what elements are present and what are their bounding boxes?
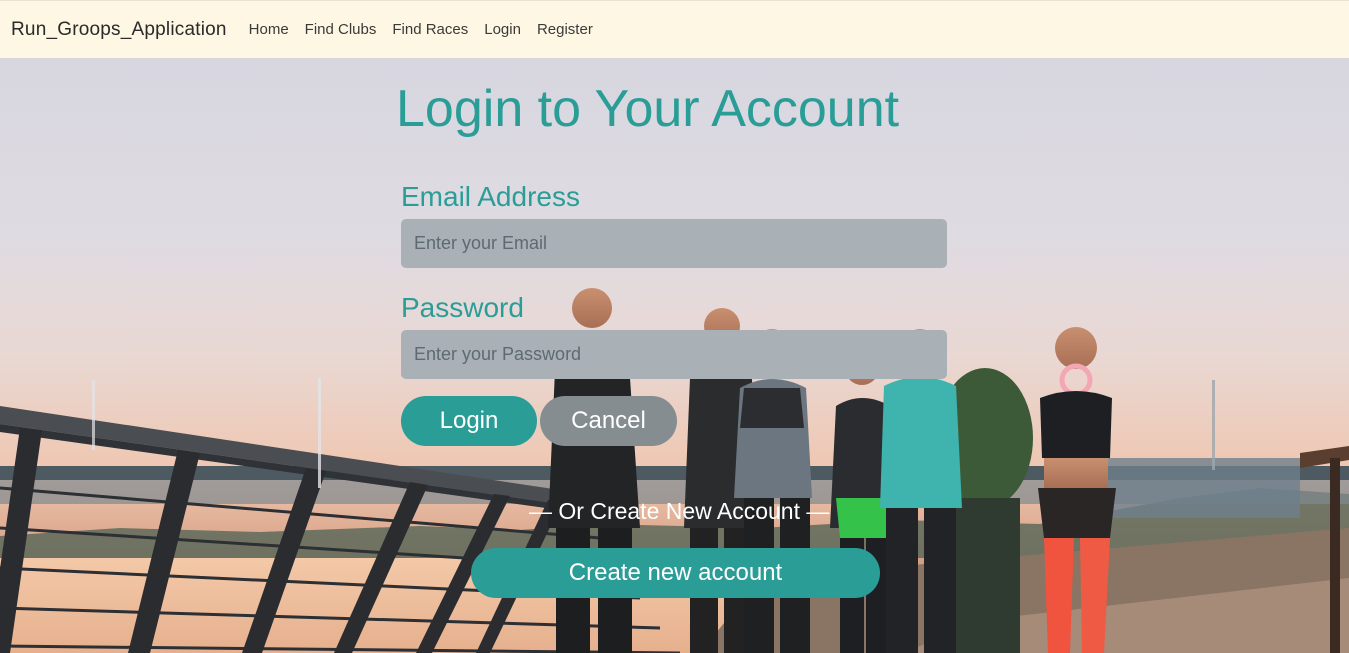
nav-link-find-races[interactable]: Find Races bbox=[384, 21, 476, 38]
login-button[interactable]: Login bbox=[401, 396, 537, 446]
page: Run_Groops_Application Home Find Clubs F… bbox=[0, 0, 1349, 653]
password-label: Password bbox=[401, 292, 524, 323]
page-title: Login to Your Account bbox=[396, 80, 900, 138]
nav-link-find-clubs[interactable]: Find Clubs bbox=[297, 21, 385, 38]
cancel-button[interactable]: Cancel bbox=[540, 396, 677, 446]
brand-link[interactable]: Run_Groops_Application bbox=[11, 19, 227, 41]
navbar: Run_Groops_Application Home Find Clubs F… bbox=[0, 0, 1349, 58]
email-field[interactable] bbox=[401, 219, 947, 268]
nav-link-register[interactable]: Register bbox=[529, 21, 601, 38]
create-account-divider: — Or Create New Account — bbox=[529, 498, 830, 524]
create-account-button[interactable]: Create new account bbox=[471, 548, 880, 598]
nav-links: Home Find Clubs Find Races Login Registe… bbox=[241, 21, 601, 38]
nav-link-home[interactable]: Home bbox=[241, 21, 297, 38]
email-label: Email Address bbox=[401, 181, 580, 212]
password-field[interactable] bbox=[401, 330, 947, 379]
nav-link-login[interactable]: Login bbox=[476, 21, 529, 38]
